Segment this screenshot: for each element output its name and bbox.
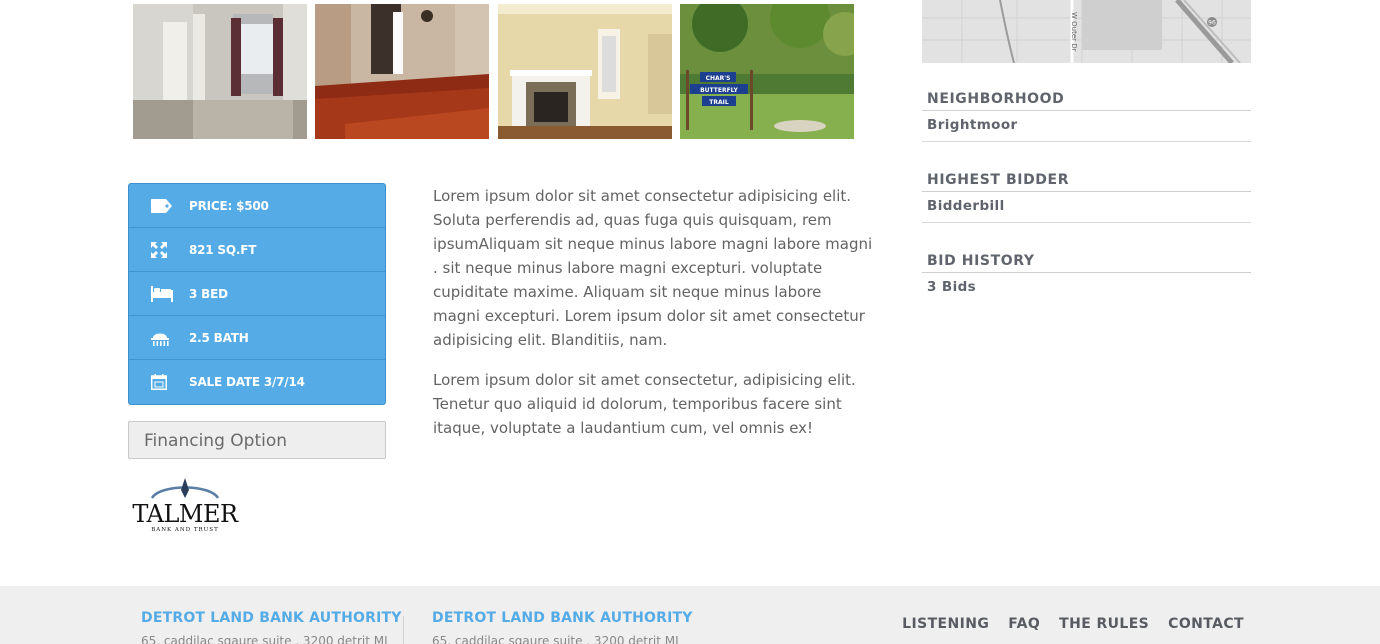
neighborhood-section: NEIGHBORHOOD Brightmoor bbox=[922, 87, 1251, 142]
property-photo-fireplace[interactable] bbox=[498, 4, 672, 139]
bid-history-value[interactable]: 3 Bids bbox=[922, 273, 1251, 304]
calendar-icon bbox=[129, 374, 189, 390]
financing-option-button[interactable]: Financing Option bbox=[128, 421, 386, 459]
neighborhood-value: Brightmoor bbox=[922, 111, 1251, 142]
footer-link-contact[interactable]: CONTACT bbox=[1168, 616, 1244, 632]
property-features-panel: PRICE: $500 821 SQ.FT 3 BED 2.5 BATH SAL… bbox=[128, 183, 386, 405]
map-graphic: W Outer Dr 96 bbox=[922, 0, 1251, 63]
highest-bidder-label: HIGHEST BIDDER bbox=[922, 168, 1251, 192]
feature-bath: 2.5 BATH bbox=[129, 316, 385, 360]
sign-line-1: CHAR'S bbox=[706, 75, 731, 82]
highest-bidder-value: Bidderbill bbox=[922, 192, 1251, 223]
logo-name: TALMER bbox=[132, 500, 239, 528]
bid-history-label: BID HISTORY bbox=[922, 249, 1251, 273]
property-photo-living[interactable] bbox=[315, 4, 489, 139]
footer-link-faq[interactable]: FAQ bbox=[1008, 616, 1040, 632]
feature-area: 821 SQ.FT bbox=[129, 228, 385, 272]
sign-line-2: BUTTERFLY bbox=[700, 87, 738, 94]
footer-contact-1: DETROT LAND BANK AUTHORITY 65, caddilac … bbox=[141, 610, 402, 644]
location-map[interactable]: W Outer Dr 96 bbox=[922, 0, 1251, 63]
footer-address-2: 65, caddilac sqaure suite , 3200 detrit … bbox=[432, 634, 679, 644]
feature-area-label: 821 SQ.FT bbox=[189, 242, 257, 257]
property-photo-entry[interactable] bbox=[133, 4, 307, 139]
description-paragraph-2: Lorem ipsum dolor sit amet consectetur, … bbox=[433, 371, 856, 437]
footer-link-rules[interactable]: THE RULES bbox=[1059, 616, 1149, 632]
price-tag-icon bbox=[129, 198, 189, 213]
feature-bath-label: 2.5 BATH bbox=[189, 330, 249, 345]
footer-address-1: 65, caddilac sqaure suite , 3200 detrit … bbox=[141, 634, 388, 644]
neighborhood-label: NEIGHBORHOOD bbox=[922, 87, 1251, 111]
footer-divider bbox=[403, 616, 404, 644]
talmer-bank-logo[interactable]: TALMER BANK AND TRUST bbox=[130, 476, 242, 534]
feature-price-label: PRICE: $500 bbox=[189, 198, 269, 213]
feature-sale-date: SALE DATE 3/7/14 bbox=[129, 360, 385, 404]
feature-price: PRICE: $500 bbox=[129, 184, 385, 228]
footer-link-listening[interactable]: LISTENING bbox=[902, 616, 989, 632]
bed-icon bbox=[129, 285, 189, 302]
entry-room-image bbox=[133, 4, 307, 139]
highest-bidder-section: HIGHEST BIDDER Bidderbill bbox=[922, 168, 1251, 223]
feature-sale-date-label: SALE DATE 3/7/14 bbox=[189, 375, 305, 389]
shower-icon bbox=[129, 330, 189, 346]
site-footer: DETROT LAND BANK AUTHORITY 65, caddilac … bbox=[0, 586, 1380, 644]
footer-org-title-2: DETROT LAND BANK AUTHORITY bbox=[432, 610, 693, 626]
map-street-label: W Outer Dr bbox=[1070, 12, 1078, 52]
hardwood-room-image bbox=[315, 4, 489, 139]
property-description: Lorem ipsum dolor sit amet consectetur a… bbox=[433, 184, 873, 456]
description-paragraph-1: Lorem ipsum dolor sit amet consectetur a… bbox=[433, 187, 873, 349]
footer-nav: LISTENING FAQ THE RULES CONTACT bbox=[883, 616, 1244, 632]
map-highway-label: 96 bbox=[1208, 20, 1216, 27]
fireplace-room-image bbox=[498, 4, 672, 139]
logo-tagline: BANK AND TRUST bbox=[151, 527, 219, 533]
feature-bed-label: 3 BED bbox=[189, 286, 228, 301]
bid-history-section: BID HISTORY 3 Bids bbox=[922, 249, 1251, 304]
sign-line-3: TRAIL bbox=[709, 99, 729, 106]
feature-bed: 3 BED bbox=[129, 272, 385, 316]
property-photo-trail[interactable]: CHAR'S BUTTERFLY TRAIL bbox=[680, 4, 854, 139]
footer-org-title-1: DETROT LAND BANK AUTHORITY bbox=[141, 610, 402, 626]
butterfly-trail-image: CHAR'S BUTTERFLY TRAIL bbox=[680, 4, 854, 139]
expand-arrows-icon bbox=[129, 241, 189, 258]
footer-contact-2: DETROT LAND BANK AUTHORITY 65, caddilac … bbox=[432, 610, 693, 644]
